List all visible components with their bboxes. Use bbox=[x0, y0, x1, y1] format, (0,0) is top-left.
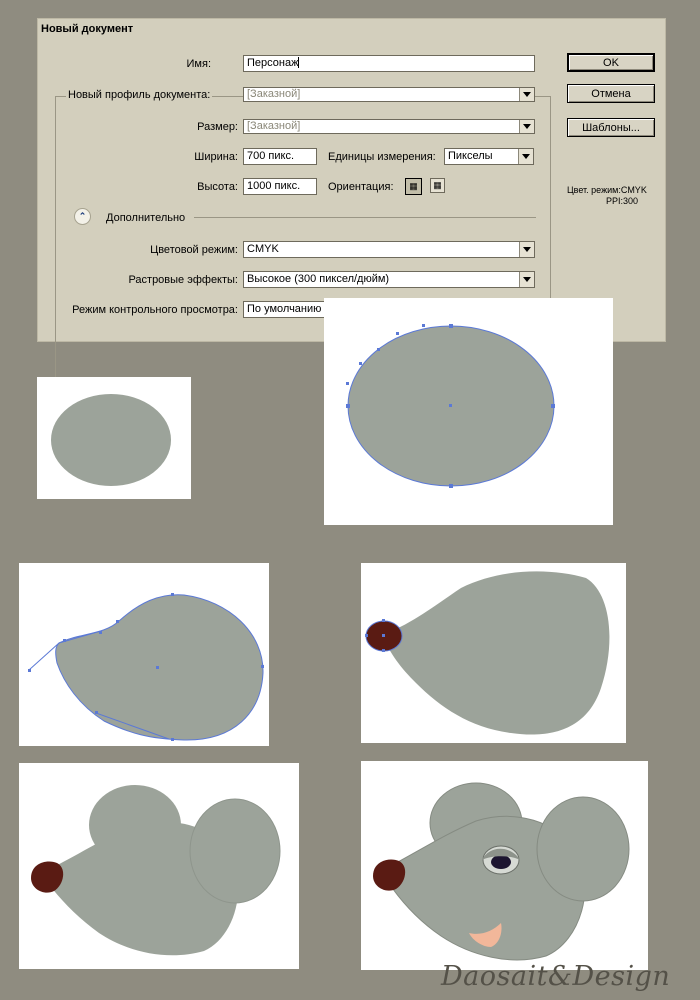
raster-effects-select[interactable]: Высокое (300 пиксел/дюйм) bbox=[243, 271, 535, 288]
preview-mode-label: Режим контрольного просмотра: bbox=[72, 304, 238, 316]
profile-value: [Заказной] bbox=[247, 88, 301, 100]
color-mode-label: Цветовой режим: bbox=[150, 244, 238, 256]
color-mode-value: CMYK bbox=[247, 243, 279, 255]
step-3-canvas bbox=[28, 593, 264, 741]
orientation-label: Ориентация: bbox=[328, 181, 394, 193]
name-value: Персонаж bbox=[247, 57, 299, 69]
right-ear bbox=[189, 798, 281, 904]
raster-effects-label: Растровые эффекты: bbox=[128, 274, 238, 286]
profile-label: Новый профиль документа: bbox=[66, 89, 213, 101]
name-label: Имя: bbox=[186, 58, 211, 70]
step-5-canvas bbox=[31, 785, 281, 956]
preview-mode-value: По умолчанию bbox=[247, 303, 322, 315]
watermark: Daosait&Design bbox=[441, 961, 671, 992]
right-ear bbox=[536, 796, 630, 902]
dialog-title: Новый документ bbox=[41, 23, 134, 35]
text-caret bbox=[298, 57, 300, 68]
dropdown-arrow-icon bbox=[518, 149, 533, 164]
landscape-orientation-icon: ▦ bbox=[433, 180, 442, 190]
anchor-point bbox=[261, 665, 264, 668]
anchor-point bbox=[365, 634, 368, 637]
head-ellipse bbox=[51, 394, 171, 486]
center-point bbox=[449, 404, 452, 407]
center-point bbox=[382, 634, 385, 637]
head-shape-selected[interactable] bbox=[55, 594, 264, 741]
units-select[interactable]: Пикселы bbox=[444, 148, 534, 165]
new-document-dialog: Новый документ Имя: Персонаж Новый профи… bbox=[37, 18, 666, 396]
step-4-panel bbox=[361, 563, 626, 743]
units-label: Единицы измерения: bbox=[328, 151, 436, 163]
advanced-separator bbox=[194, 217, 536, 218]
anchor-point bbox=[28, 669, 31, 672]
dropdown-arrow-icon bbox=[519, 120, 534, 133]
templates-button[interactable]: Шаблоны... bbox=[567, 118, 655, 137]
ok-button[interactable]: OK bbox=[567, 53, 655, 72]
size-value: [Заказной] bbox=[247, 120, 301, 132]
anchor-point bbox=[171, 593, 174, 596]
landscape-orientation-button[interactable]: ▦ bbox=[430, 178, 445, 193]
width-input[interactable]: 700 пикс. bbox=[243, 148, 317, 165]
step-2-canvas bbox=[346, 324, 555, 488]
anchor-point bbox=[382, 619, 385, 622]
units-value: Пикселы bbox=[448, 150, 493, 162]
ppi-info: PPI:300 bbox=[606, 196, 639, 206]
step-3-panel bbox=[19, 563, 269, 746]
advanced-label: Дополнительно bbox=[106, 212, 186, 224]
name-input[interactable]: Персонаж bbox=[243, 55, 535, 72]
anchor-point bbox=[551, 404, 555, 408]
anchor-point bbox=[449, 324, 453, 328]
portrait-orientation-button[interactable]: ▦ bbox=[405, 178, 422, 195]
head-shape bbox=[383, 571, 610, 735]
step-1-panel bbox=[37, 377, 191, 499]
dropdown-arrow-icon bbox=[519, 242, 534, 257]
raster-effects-value: Высокое (300 пиксел/дюйм) bbox=[247, 273, 390, 285]
profile-select[interactable]: [Заказной] bbox=[243, 87, 535, 102]
anchor-point bbox=[346, 382, 349, 385]
anchor-point bbox=[449, 484, 453, 488]
center-point bbox=[156, 666, 159, 669]
step-2-panel bbox=[324, 298, 613, 525]
anchor-point bbox=[171, 738, 174, 741]
size-label: Размер: bbox=[197, 121, 238, 133]
anchor-point bbox=[359, 362, 362, 365]
width-label: Ширина: bbox=[194, 151, 238, 163]
anchor-point bbox=[377, 348, 380, 351]
eye-pupil bbox=[491, 855, 511, 869]
advanced-toggle[interactable]: ⌃ bbox=[74, 208, 91, 225]
height-label: Высота: bbox=[197, 181, 238, 193]
portrait-orientation-icon: ▦ bbox=[409, 181, 418, 191]
step-6-canvas bbox=[373, 782, 630, 961]
color-mode-info: Цвет. режим:CMYK bbox=[567, 185, 647, 195]
bezier-handle-line bbox=[28, 642, 60, 671]
dropdown-arrow-icon bbox=[519, 88, 534, 101]
size-select[interactable]: [Заказной] bbox=[243, 119, 535, 134]
height-input[interactable]: 1000 пикс. bbox=[243, 178, 317, 195]
double-chevron-up-icon: ⌃ bbox=[78, 211, 87, 221]
anchor-point bbox=[95, 711, 98, 714]
step-1-canvas bbox=[51, 394, 171, 486]
anchor-point bbox=[99, 631, 102, 634]
color-mode-select[interactable]: CMYK bbox=[243, 241, 535, 258]
anchor-point bbox=[346, 404, 350, 408]
anchor-point bbox=[396, 332, 399, 335]
anchor-point bbox=[422, 324, 425, 327]
dropdown-arrow-icon bbox=[519, 272, 534, 287]
step-5-panel bbox=[19, 763, 299, 969]
cancel-button[interactable]: Отмена bbox=[567, 84, 655, 103]
anchor-point bbox=[382, 649, 385, 652]
step-6-panel bbox=[361, 761, 648, 970]
anchor-point bbox=[116, 620, 119, 623]
step-4-canvas bbox=[365, 571, 610, 735]
anchor-point bbox=[63, 639, 66, 642]
